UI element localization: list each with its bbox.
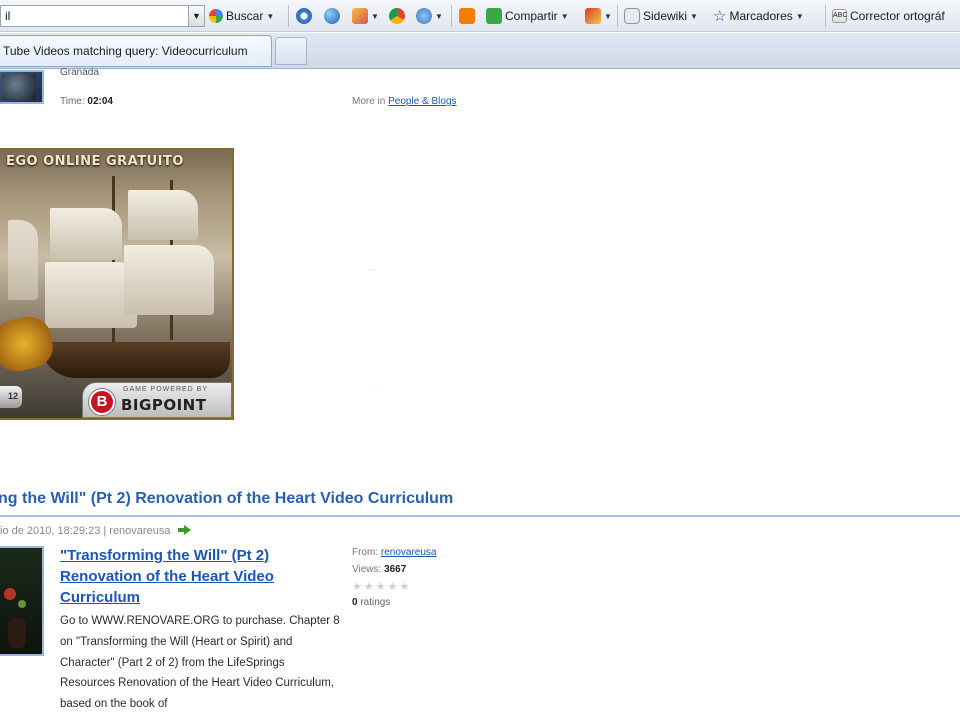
video-heading[interactable]: ng the Will" (Pt 2) Renovation of the He… <box>0 490 453 508</box>
speech-bubble-icon <box>624 8 640 24</box>
video-title-link[interactable]: "Transforming the Will" (Pt 2) Renovatio… <box>60 545 310 608</box>
bookmark-share-icon <box>585 8 601 24</box>
bigpoint-logo-panel: GAME POWERED BY B BIGPOINT <box>82 382 232 418</box>
search-input[interactable]: il ▼ <box>0 5 205 27</box>
video-date: io de 2010, 18:29:23 | renovareusa <box>0 525 171 537</box>
views-label: Views: <box>352 564 382 575</box>
ship-sail <box>8 220 38 300</box>
faint-mark: · · <box>370 382 378 391</box>
ship-sail <box>124 245 214 315</box>
more-in: More in People & Blogs <box>352 96 457 107</box>
sidewiki-caret-icon: ▼ <box>690 11 698 21</box>
toolbar-separator <box>288 5 289 27</box>
google-icon <box>209 9 223 23</box>
marcadores-caret-icon: ▼ <box>795 11 804 21</box>
tab-title: Tube Videos matching query: Videocurricu… <box>3 44 248 58</box>
go-arrow-icon[interactable] <box>177 525 191 535</box>
video-ratings: 0 ratings <box>352 597 390 608</box>
from-label: From: <box>352 547 379 558</box>
video-description: Go to WWW.RENOVARE.ORG to purchase. Chap… <box>60 615 340 711</box>
share-icon <box>486 8 502 24</box>
globe-button[interactable] <box>324 7 340 25</box>
buscar-caret-icon: ▼ <box>266 11 275 21</box>
tab-active[interactable]: Tube Videos matching query: Videocurricu… <box>0 35 272 67</box>
video-time: Time: 02:04 <box>60 96 113 107</box>
buscar-button[interactable]: Buscar ▼ <box>209 7 274 25</box>
compass-icon <box>416 8 432 24</box>
bookmark-share-caret-icon: ▼ <box>604 11 612 21</box>
bigpoint-brand: BIGPOINT <box>121 396 207 414</box>
powered-by-text: GAME POWERED BY <box>123 386 209 393</box>
marcadores-label: Marcadores <box>729 9 793 23</box>
chrome-button[interactable] <box>389 7 405 25</box>
globe-icon <box>324 8 340 24</box>
video-thumbnail[interactable] <box>0 70 44 104</box>
bookmark-share-button[interactable]: ▼ <box>585 7 612 25</box>
ratings-label: ratings <box>360 597 391 608</box>
toolbar-separator <box>825 5 826 27</box>
refresh-icon-button[interactable] <box>296 7 312 25</box>
toolbar-separator <box>617 5 618 27</box>
video-from: From: renovareusa <box>352 547 436 558</box>
ship-sail <box>128 190 198 240</box>
blogger-button[interactable] <box>459 7 475 25</box>
search-input-value: il <box>5 9 11 23</box>
browser-toolbar: il ▼ Buscar ▼ ▼ ▼ Compartir ▼ ▼ Sidewiki <box>0 0 960 32</box>
uploader-link[interactable]: renovareusa <box>381 547 437 558</box>
faint-mark: · · <box>368 265 376 274</box>
ad-headline: EGO ONLINE GRATUITO <box>6 154 184 169</box>
sidewiki-button[interactable]: Sidewiki ▼ <box>624 7 698 25</box>
heading-divider <box>0 515 960 517</box>
refresh-icon <box>296 8 312 24</box>
search-dropdown-button[interactable]: ▼ <box>188 6 204 26</box>
more-in-label: More in <box>352 96 386 107</box>
sidewiki-label: Sidewiki <box>643 9 688 23</box>
ratings-value: 0 <box>352 597 358 608</box>
new-tab-button[interactable] <box>275 37 307 65</box>
rating-stars-icon: ★★★★★ <box>352 581 412 593</box>
game-ad-banner[interactable]: EGO ONLINE GRATUITO 12 GAME POWERED BY B… <box>0 148 234 420</box>
views-value: 3667 <box>384 564 407 575</box>
video-views: Views: 3667 <box>352 564 406 575</box>
translate-button[interactable]: ▼ <box>352 7 379 25</box>
spellcheck-icon: ABC <box>832 9 847 23</box>
video-location: Granada <box>60 67 99 78</box>
star-icon: ☆ <box>713 8 727 25</box>
corrector-label: Corrector ortográf <box>850 9 945 23</box>
navigation-button[interactable]: ▼ <box>416 7 443 25</box>
corrector-button[interactable]: ABC Corrector ortográf <box>832 7 945 25</box>
navigation-caret-icon: ▼ <box>435 11 443 21</box>
video-meta: io de 2010, 18:29:23 | renovareusa <box>0 524 191 537</box>
translate-caret-icon: ▼ <box>371 11 379 21</box>
tab-bar: Tube Videos matching query: Videocurricu… <box>0 33 960 69</box>
compartir-button[interactable]: Compartir ▼ <box>486 7 569 25</box>
video-thumbnail[interactable] <box>0 546 44 656</box>
buscar-label: Buscar <box>226 9 264 23</box>
ad-play-button[interactable]: 12 <box>0 386 22 408</box>
marcadores-button[interactable]: ☆ Marcadores ▼ <box>713 7 804 25</box>
compartir-label: Compartir <box>505 9 558 23</box>
chrome-icon <box>389 8 405 24</box>
category-link[interactable]: People & Blogs <box>388 96 456 107</box>
ship-sail <box>50 208 122 260</box>
toolbar-separator <box>451 5 452 27</box>
translate-icon <box>352 8 368 24</box>
ship-hull <box>40 342 230 378</box>
time-value: 02:04 <box>87 96 113 107</box>
bigpoint-logo-icon: B <box>89 389 115 415</box>
time-label: Time: <box>60 96 85 107</box>
compartir-caret-icon: ▼ <box>560 11 569 21</box>
blogger-icon <box>459 8 475 24</box>
page-content: Granada Time: 02:04 More in People & Blo… <box>0 67 960 720</box>
